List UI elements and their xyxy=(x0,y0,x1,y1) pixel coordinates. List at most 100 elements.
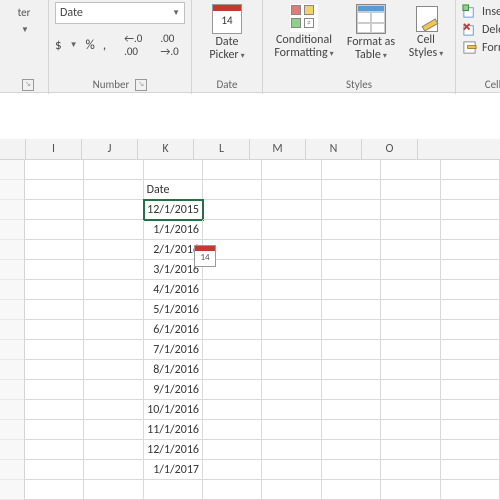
cell[interactable] xyxy=(381,160,440,180)
column-header[interactable]: J xyxy=(82,139,138,159)
cell[interactable] xyxy=(203,480,262,500)
cell[interactable] xyxy=(381,460,440,480)
cell[interactable] xyxy=(84,360,143,380)
cell[interactable]: 6/1/2016 xyxy=(144,320,203,340)
cell[interactable] xyxy=(144,480,203,500)
cell[interactable] xyxy=(84,440,143,460)
cell[interactable] xyxy=(25,240,84,260)
cell[interactable] xyxy=(25,260,84,280)
cell[interactable] xyxy=(25,380,84,400)
cell[interactable] xyxy=(84,260,143,280)
cell[interactable] xyxy=(381,240,440,260)
column-header[interactable]: M xyxy=(250,139,306,159)
cell[interactable] xyxy=(322,260,381,280)
cell[interactable] xyxy=(322,460,381,480)
cell[interactable] xyxy=(441,380,500,400)
cell[interactable] xyxy=(322,380,381,400)
cell[interactable] xyxy=(441,320,500,340)
cell[interactable] xyxy=(262,420,321,440)
decrease-decimal-button[interactable]: .00→.0 xyxy=(160,32,178,58)
cell[interactable] xyxy=(25,220,84,240)
cell[interactable]: 1/1/2016 xyxy=(144,220,203,240)
cell[interactable] xyxy=(203,320,262,340)
cell[interactable] xyxy=(441,220,500,240)
format-button[interactable]: Format▾ xyxy=(462,40,500,55)
cell[interactable] xyxy=(84,420,143,440)
grid[interactable]: Date12/1/20151/1/20162/1/20163/1/20164/1… xyxy=(0,160,500,500)
cell[interactable] xyxy=(441,240,500,260)
cell[interactable] xyxy=(262,340,321,360)
cell[interactable]: 10/1/2016 xyxy=(144,400,203,420)
cell[interactable] xyxy=(322,420,381,440)
cell[interactable] xyxy=(381,180,440,200)
percent-button[interactable]: % xyxy=(86,38,95,53)
cell[interactable] xyxy=(25,180,84,200)
cell[interactable] xyxy=(25,200,84,220)
dialog-launcher-icon[interactable]: ↘ xyxy=(135,79,147,91)
cell[interactable] xyxy=(25,460,84,480)
cell[interactable]: 12/1/2016 xyxy=(144,440,203,460)
cell[interactable] xyxy=(441,420,500,440)
cell[interactable]: 12/1/2015 xyxy=(144,200,203,220)
cell[interactable] xyxy=(203,380,262,400)
cell[interactable] xyxy=(203,200,262,220)
cell[interactable] xyxy=(203,420,262,440)
cell[interactable] xyxy=(322,300,381,320)
cell[interactable] xyxy=(441,280,500,300)
cell[interactable] xyxy=(25,480,84,500)
increase-decimal-button[interactable]: ←.0.00 xyxy=(124,32,142,58)
cell[interactable] xyxy=(262,460,321,480)
cell[interactable] xyxy=(441,440,500,460)
cell[interactable]: Date xyxy=(144,180,203,200)
cell[interactable] xyxy=(381,340,440,360)
cell[interactable] xyxy=(203,400,262,420)
cell[interactable] xyxy=(262,320,321,340)
cell[interactable] xyxy=(381,320,440,340)
cell[interactable] xyxy=(84,320,143,340)
cell[interactable] xyxy=(84,200,143,220)
cell[interactable] xyxy=(441,160,500,180)
cell[interactable] xyxy=(381,300,440,320)
cell[interactable] xyxy=(262,440,321,460)
delete-button[interactable]: Delete▾ xyxy=(462,22,500,37)
column-header[interactable]: K xyxy=(138,139,194,159)
column-header[interactable]: O xyxy=(362,139,418,159)
cell[interactable] xyxy=(322,360,381,380)
cell[interactable] xyxy=(262,220,321,240)
cell[interactable] xyxy=(381,400,440,420)
cell[interactable] xyxy=(84,460,143,480)
cell[interactable]: 1/1/2017 xyxy=(144,460,203,480)
cell[interactable] xyxy=(203,440,262,460)
cell[interactable] xyxy=(322,280,381,300)
cell[interactable] xyxy=(441,480,500,500)
cell[interactable] xyxy=(441,180,500,200)
cell[interactable] xyxy=(25,160,84,180)
cell[interactable] xyxy=(322,480,381,500)
cell[interactable] xyxy=(203,180,262,200)
date-picker-button[interactable]: 14 Date Picker▾ xyxy=(198,2,256,63)
cell[interactable] xyxy=(381,480,440,500)
cell[interactable] xyxy=(441,340,500,360)
cell[interactable] xyxy=(381,380,440,400)
cell[interactable] xyxy=(381,440,440,460)
cell[interactable] xyxy=(322,160,381,180)
cell[interactable] xyxy=(25,280,84,300)
cell[interactable] xyxy=(441,200,500,220)
cell[interactable] xyxy=(25,300,84,320)
cell[interactable]: 11/1/2016 xyxy=(144,420,203,440)
cell[interactable] xyxy=(25,340,84,360)
column-header[interactable]: L xyxy=(194,139,250,159)
cell[interactable] xyxy=(441,360,500,380)
cell[interactable] xyxy=(203,160,262,180)
currency-button[interactable]: $ xyxy=(55,38,62,53)
cell[interactable] xyxy=(441,400,500,420)
cell[interactable] xyxy=(262,280,321,300)
cell[interactable] xyxy=(262,400,321,420)
cell[interactable] xyxy=(381,220,440,240)
cell[interactable] xyxy=(84,180,143,200)
cell[interactable] xyxy=(381,360,440,380)
cell[interactable] xyxy=(262,480,321,500)
cell[interactable] xyxy=(322,220,381,240)
cell[interactable] xyxy=(144,160,203,180)
column-header[interactable]: N xyxy=(306,139,362,159)
